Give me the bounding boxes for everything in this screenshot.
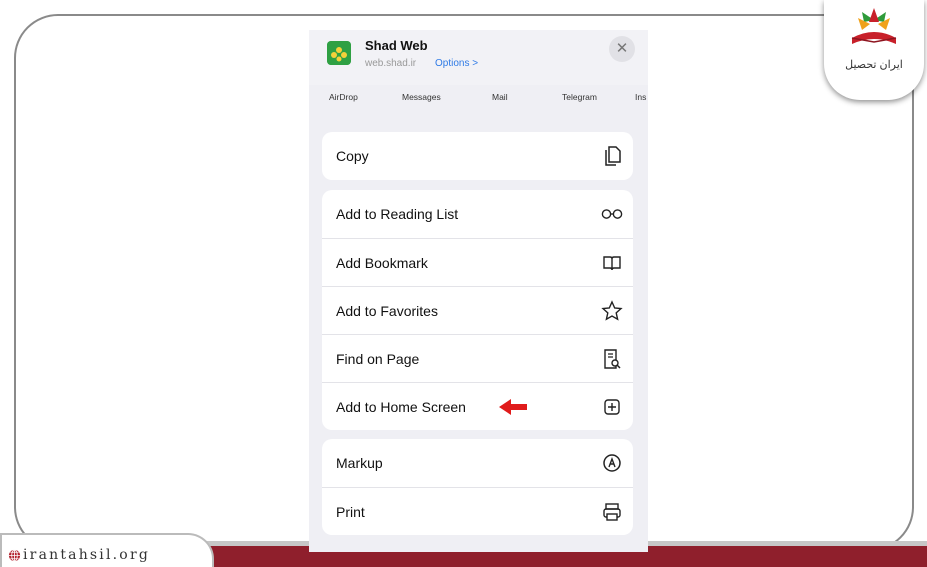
red-arrow-annotation <box>499 399 527 415</box>
action-label: Markup <box>336 455 383 471</box>
share-target-mail[interactable]: Mail <box>492 92 508 102</box>
action-markup[interactable]: Markup <box>322 439 633 487</box>
action-label: Add to Favorites <box>336 302 438 319</box>
action-add-favorites[interactable]: Add to Favorites <box>322 286 633 334</box>
app-title: Shad Web <box>365 38 428 53</box>
action-print[interactable]: Print <box>322 487 633 535</box>
share-sheet-header: Shad Web web.shad.ir Options > ✕ <box>309 30 648 85</box>
shad-app-icon <box>327 41 351 65</box>
action-copy[interactable]: Copy <box>322 132 633 180</box>
globe-icon <box>8 549 21 561</box>
logo-text: ایران تحصیل <box>845 59 903 71</box>
site-url: irantahsil.org <box>23 547 150 563</box>
action-label: Find on Page <box>336 350 420 367</box>
close-button[interactable]: ✕ <box>609 36 635 62</box>
options-link[interactable]: Options > <box>435 58 478 69</box>
share-target-more[interactable]: Ins <box>635 92 646 102</box>
action-group-copy: Copy <box>322 132 633 180</box>
action-add-bookmark[interactable]: Add Bookmark <box>322 238 633 286</box>
plus-square-icon <box>601 396 623 418</box>
action-label: Add to Reading List <box>336 206 459 222</box>
share-sheet: Shad Web web.shad.ir Options > ✕ AirDrop… <box>309 30 648 552</box>
logo-badge: ایران تحصیل <box>824 0 924 100</box>
book-icon <box>601 252 623 274</box>
action-label: Print <box>336 503 365 520</box>
markup-icon <box>601 452 623 474</box>
action-add-home-screen[interactable]: Add to Home Screen <box>322 382 633 430</box>
action-group-page: Add to Reading List Add Bookmark Add to … <box>322 190 633 430</box>
share-target-airdrop[interactable]: AirDrop <box>329 92 358 102</box>
action-label: Copy <box>336 148 369 164</box>
glasses-icon <box>601 203 623 225</box>
logo-icon <box>851 8 897 44</box>
action-label: Add to Home Screen <box>336 398 466 415</box>
action-find-on-page[interactable]: Find on Page <box>322 334 633 382</box>
share-target-telegram[interactable]: Telegram <box>562 92 597 102</box>
copy-icon <box>601 145 623 167</box>
action-add-reading-list[interactable]: Add to Reading List <box>322 190 633 238</box>
printer-icon <box>601 501 623 523</box>
share-targets-row: AirDrop Messages Mail Telegram Ins <box>309 86 648 110</box>
share-target-messages[interactable]: Messages <box>402 92 441 102</box>
find-document-icon <box>601 348 623 370</box>
star-icon <box>601 299 623 322</box>
site-watermark: irantahsil.org <box>8 545 150 565</box>
action-group-tools: Markup Print <box>322 439 633 535</box>
action-label: Add Bookmark <box>336 254 428 271</box>
app-url: web.shad.ir <box>365 58 417 69</box>
